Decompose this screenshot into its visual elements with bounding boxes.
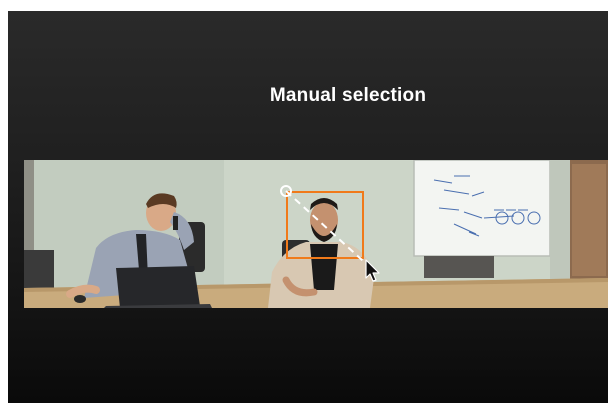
selection-overlay xyxy=(280,185,380,282)
app-window: Manual selection xyxy=(8,11,608,403)
arrow-cursor-icon xyxy=(365,259,380,282)
page-title: Manual selection xyxy=(269,85,427,106)
video-preview[interactable] xyxy=(24,160,608,308)
selection-drag-line xyxy=(285,190,373,270)
